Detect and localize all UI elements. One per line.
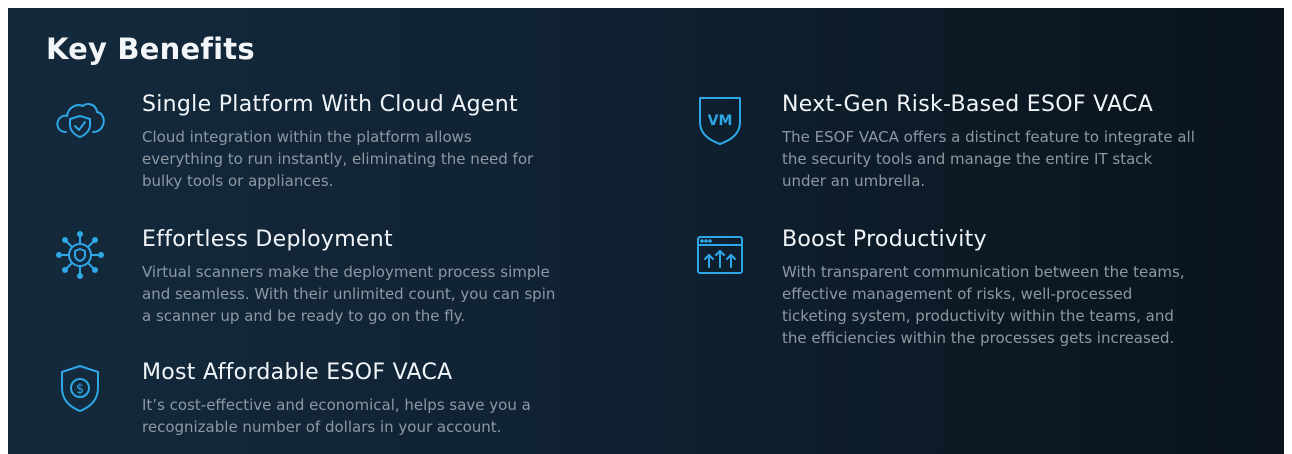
network-shield-icon (52, 227, 108, 283)
description-line: The ESOF VACA offers a distinct feature … (782, 128, 1195, 146)
description-line: a scanner up and be ready to go on the f… (142, 307, 466, 325)
description-line: Virtual scanners make the deployment pro… (142, 263, 550, 281)
description-line: bulky tools or appliances. (142, 172, 334, 190)
vm-shield-icon: VM (692, 92, 748, 148)
benefit-description: With transparent communication between t… (782, 261, 1185, 349)
description-line: everything to run instantly, eliminating… (142, 150, 534, 168)
productivity-window-icon (692, 227, 748, 283)
benefit-title: Next-Gen Risk-Based ESOF VACA (782, 92, 1154, 117)
benefit-title: Effortless Deployment (142, 227, 393, 252)
description-line: effective management of risks, well-proc… (782, 285, 1133, 303)
svg-text:$: $ (76, 382, 84, 397)
description-line: the security tools and manage the entire… (782, 150, 1153, 168)
svg-text:VM: VM (708, 113, 733, 129)
benefit-description: It’s cost-effective and economical, help… (142, 394, 531, 438)
description-line: ticketing system, productivity within th… (782, 307, 1174, 325)
benefit-description: The ESOF VACA offers a distinct feature … (782, 126, 1195, 192)
description-line: under an umbrella. (782, 172, 926, 190)
description-line: Cloud integration within the platform al… (142, 128, 472, 146)
description-line: It’s cost-effective and economical, help… (142, 396, 531, 414)
benefit-title: Single Platform With Cloud Agent (142, 92, 518, 117)
dollar-shield-icon: $ (52, 360, 108, 416)
description-line: recognizable number of dollars in your a… (142, 418, 502, 436)
benefit-description: Cloud integration within the platform al… (142, 126, 533, 192)
description-line: With transparent communication between t… (782, 263, 1185, 281)
benefit-title: Boost Productivity (782, 227, 987, 252)
benefit-title: Most Affordable ESOF VACA (142, 360, 453, 385)
benefit-description: Virtual scanners make the deployment pro… (142, 261, 555, 327)
description-line: the efficiencies within the processes ge… (782, 329, 1175, 347)
cloud-shield-icon (52, 92, 108, 148)
description-line: and seamless. With their unlimited count… (142, 285, 556, 303)
section-title: Key Benefits (46, 32, 255, 66)
key-benefits-panel: Key Benefits Single Platform With Cloud … (8, 8, 1284, 454)
